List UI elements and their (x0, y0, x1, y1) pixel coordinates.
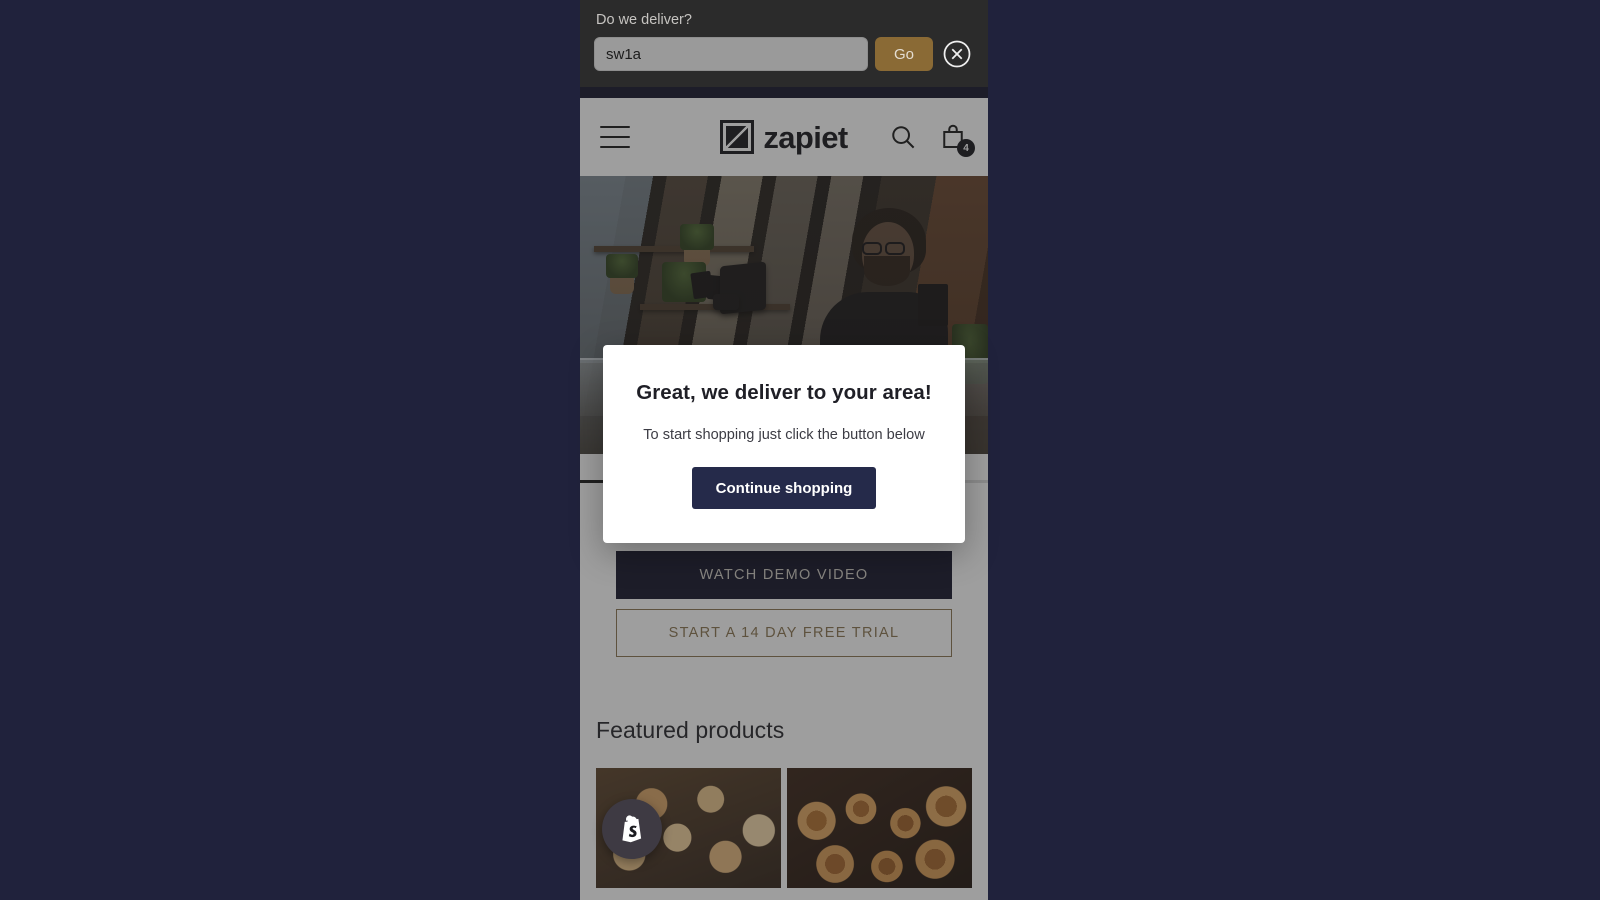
hamburger-line (600, 126, 630, 128)
delivery-confirmation-modal: Great, we deliver to your area! To start… (603, 345, 965, 543)
cart-icon[interactable]: 4 (938, 122, 975, 157)
close-icon[interactable] (940, 37, 974, 71)
continue-shopping-button[interactable]: Continue shopping (691, 467, 877, 509)
start-free-trial-button[interactable]: START A 14 DAY FREE TRIAL (616, 609, 952, 657)
delivery-widget-row: Go (594, 37, 974, 71)
watch-demo-video-button[interactable]: WATCH DEMO VIDEO (616, 551, 952, 599)
cart-count-badge: 4 (957, 139, 975, 157)
brand-wordmark: zapiet (763, 119, 848, 155)
go-button[interactable]: Go (875, 37, 933, 71)
cinnamon-rolls-photo-art (787, 768, 972, 888)
featured-products-heading: Featured products (596, 717, 785, 743)
delivery-question-label: Do we deliver? (596, 12, 692, 28)
shopify-bag-icon (622, 815, 642, 843)
hamburger-menu-icon[interactable] (600, 126, 630, 148)
hamburger-line (600, 146, 630, 148)
page-backdrop: Zapiet - Pickup + Delivery is the #1 loc… (0, 0, 1600, 900)
delivery-check-widget: Do we deliver? Go (580, 0, 988, 87)
search-icon[interactable] (888, 122, 918, 152)
modal-title: Great, we deliver to your area! (636, 381, 932, 404)
site-header: zapiet 4 (580, 98, 988, 176)
product-image[interactable] (787, 768, 972, 888)
shopify-chat-button[interactable] (602, 799, 662, 859)
product-card[interactable] (787, 768, 972, 888)
zapiet-z-logo-icon (720, 120, 755, 154)
hamburger-line (600, 136, 630, 138)
header-actions: 4 (888, 122, 975, 157)
modal-body-text: To start shopping just click the button … (643, 427, 925, 443)
hero-button-stack: WATCH DEMO VIDEO START A 14 DAY FREE TRI… (580, 551, 988, 657)
postcode-input[interactable] (594, 37, 868, 71)
